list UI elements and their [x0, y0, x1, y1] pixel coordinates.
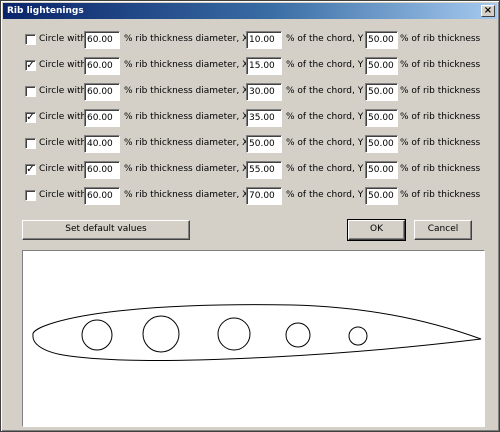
lightening-hole-1 [81, 319, 113, 351]
lightening-row-1: Circle with 60.00 % rib thickness diamet… [1, 30, 500, 50]
y-position-field[interactable]: 50.00 [365, 57, 398, 75]
diameter-field[interactable]: 60.00 [84, 109, 120, 127]
circle-with-label: Circle with [39, 34, 87, 44]
lightening-row-3: Circle with 60.00 % rib thickness diamet… [1, 82, 500, 102]
lightening-hole-2 [142, 315, 180, 353]
lightening-hole-4 [285, 322, 311, 348]
lightening-row-6: ✓ Circle with 60.00 % rib thickness diam… [1, 160, 500, 180]
rib-thickness-label: % of rib thickness [400, 138, 481, 148]
circle-with-label: Circle with [39, 112, 87, 122]
x-position-field[interactable]: 50.00 [246, 135, 282, 153]
diameter-label: % rib thickness diameter, X = [124, 34, 259, 44]
diameter-label: % rib thickness diameter, X = [124, 164, 259, 174]
rib-lightenings-dialog: Rib lightenings × Circle with 60.00 % ri… [0, 0, 500, 432]
lightening-row-5: Circle with 40.00 % rib thickness diamet… [1, 134, 500, 154]
airfoil-preview-canvas [32, 304, 482, 361]
title-bar[interactable]: Rib lightenings × [3, 3, 497, 19]
lightening-row-7: Circle with 60.00 % rib thickness diamet… [1, 186, 500, 206]
chord-y-label: % of the chord, Y = [286, 138, 374, 148]
enable-checkbox[interactable]: ✓ [25, 164, 36, 175]
y-position-field[interactable]: 50.00 [365, 83, 398, 101]
diameter-field[interactable]: 40.00 [84, 135, 120, 153]
diameter-field[interactable]: 60.00 [84, 161, 120, 179]
x-position-field[interactable]: 30.00 [246, 83, 282, 101]
rib-thickness-label: % of rib thickness [400, 34, 481, 44]
x-position-field[interactable]: 35.00 [246, 109, 282, 127]
chord-y-label: % of the chord, Y = [286, 60, 374, 70]
airfoil-preview [22, 250, 485, 427]
x-position-field[interactable]: 15.00 [246, 57, 282, 75]
set-default-values-button[interactable]: Set default values [22, 220, 190, 240]
rib-thickness-label: % of rib thickness [400, 190, 481, 200]
diameter-field[interactable]: 60.00 [84, 57, 120, 75]
chord-y-label: % of the chord, Y = [286, 86, 374, 96]
circle-with-label: Circle with [39, 164, 87, 174]
lightening-hole-3 [217, 317, 251, 351]
enable-checkbox[interactable]: ✓ [25, 112, 36, 123]
circle-with-label: Circle with [39, 60, 87, 70]
chord-y-label: % of the chord, Y = [286, 112, 374, 122]
rib-thickness-label: % of rib thickness [400, 86, 481, 96]
diameter-label: % rib thickness diameter, X = [124, 190, 259, 200]
chord-y-label: % of the chord, Y = [286, 190, 374, 200]
enable-checkbox[interactable] [25, 190, 36, 201]
enable-checkbox[interactable] [25, 138, 36, 149]
y-position-field[interactable]: 50.00 [365, 161, 398, 179]
enable-checkbox[interactable] [25, 34, 36, 45]
diameter-field[interactable]: 60.00 [84, 83, 120, 101]
chord-y-label: % of the chord, Y = [286, 34, 374, 44]
y-position-field[interactable]: 50.00 [365, 109, 398, 127]
diameter-field[interactable]: 60.00 [84, 187, 120, 205]
cancel-button[interactable]: Cancel [414, 220, 472, 240]
dialog-title: Rib lightenings [7, 6, 84, 16]
diameter-label: % rib thickness diameter, X = [124, 112, 259, 122]
enable-checkbox[interactable]: ✓ [25, 60, 36, 71]
diameter-label: % rib thickness diameter, X = [124, 60, 259, 70]
rib-thickness-label: % of rib thickness [400, 164, 481, 174]
diameter-label: % rib thickness diameter, X = [124, 138, 259, 148]
rib-thickness-label: % of rib thickness [400, 112, 481, 122]
rib-thickness-label: % of rib thickness [400, 60, 481, 70]
x-position-field[interactable]: 70.00 [246, 187, 282, 205]
chord-y-label: % of the chord, Y = [286, 164, 374, 174]
y-position-field[interactable]: 50.00 [365, 31, 398, 49]
circle-with-label: Circle with [39, 190, 87, 200]
x-position-field[interactable]: 55.00 [246, 161, 282, 179]
ok-button[interactable]: OK [347, 219, 406, 241]
enable-checkbox[interactable] [25, 86, 36, 97]
y-position-field[interactable]: 50.00 [365, 135, 398, 153]
x-position-field[interactable]: 10.00 [246, 31, 282, 49]
airfoil-outline [32, 304, 482, 361]
close-button[interactable]: × [481, 5, 495, 17]
lightening-hole-5 [348, 326, 368, 346]
diameter-label: % rib thickness diameter, X = [124, 86, 259, 96]
circle-with-label: Circle with [39, 86, 87, 96]
diameter-field[interactable]: 60.00 [84, 31, 120, 49]
y-position-field[interactable]: 50.00 [365, 187, 398, 205]
circle-with-label: Circle with [39, 138, 87, 148]
lightening-row-2: ✓ Circle with 60.00 % rib thickness diam… [1, 56, 500, 76]
lightening-row-4: ✓ Circle with 60.00 % rib thickness diam… [1, 108, 500, 128]
